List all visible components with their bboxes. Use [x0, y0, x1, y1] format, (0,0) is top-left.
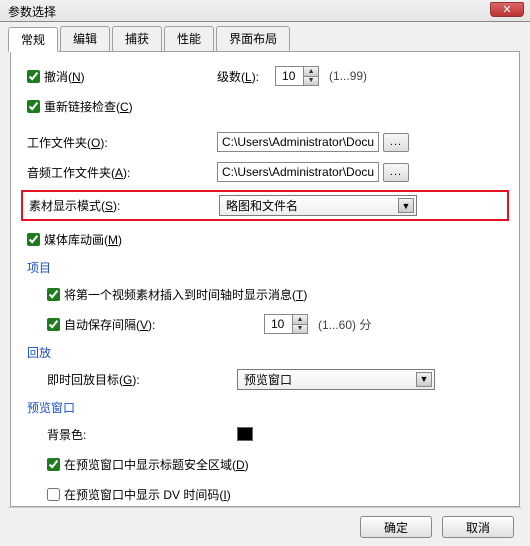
tab-edit[interactable]: 编辑: [60, 26, 110, 51]
firstclip-label: 将第一个视频素材插入到时间轴时显示消息(T): [64, 286, 307, 303]
chevron-down-icon[interactable]: ▼: [398, 198, 414, 213]
section-project: 项目: [27, 259, 503, 276]
audiofolder-label: 音频工作文件夹(A):: [27, 164, 130, 181]
displaymode-value: 略图和文件名: [226, 197, 298, 214]
displaymode-row-highlight: 素材显示模式(S): 略图和文件名 ▼: [21, 190, 509, 221]
playback-target-value: 预览窗口: [244, 371, 292, 388]
bgcolor-label: 背景色:: [47, 426, 237, 443]
cancel-button[interactable]: 取消: [442, 516, 514, 538]
autosave-label: 自动保存间隔(V):: [64, 316, 264, 333]
ok-button[interactable]: 确定: [360, 516, 432, 538]
tab-strip: 常规 编辑 捕获 性能 界面布局 撤消(N) 级数(L): 10 ▲▼ (1..…: [0, 22, 530, 546]
section-playback: 回放: [27, 344, 503, 361]
levels-label: 级数(L):: [217, 68, 259, 85]
tab-pane-general: 撤消(N) 级数(L): 10 ▲▼ (1...99) 重新链接检查(C) 工作…: [10, 51, 520, 507]
autosave-checkbox[interactable]: [47, 318, 60, 331]
workfolder-browse-button[interactable]: ...: [383, 133, 409, 152]
firstclip-checkbox[interactable]: [47, 288, 60, 301]
dvtime-label: 在预览窗口中显示 DV 时间码(I): [64, 486, 231, 503]
displaymode-combo[interactable]: 略图和文件名 ▼: [219, 195, 417, 216]
tab-performance[interactable]: 性能: [164, 26, 214, 51]
dvtime-checkbox[interactable]: [47, 488, 60, 501]
audiofolder-input[interactable]: C:\Users\Administrator\Docu: [217, 162, 379, 182]
window-title: 参数选择: [8, 5, 56, 19]
playback-target-combo[interactable]: 预览窗口 ▼: [237, 369, 435, 390]
safearea-checkbox[interactable]: [47, 458, 60, 471]
spin-up-icon[interactable]: ▲: [292, 315, 307, 325]
autosave-value: 10: [271, 317, 284, 331]
dialog-footer: 确定 取消: [8, 507, 522, 546]
close-button[interactable]: ✕: [490, 2, 524, 17]
tab-capture[interactable]: 捕获: [112, 26, 162, 51]
bgcolor-swatch[interactable]: [237, 427, 253, 441]
mediaanim-label: 媒体库动画(M): [44, 231, 122, 248]
levels-value: 10: [282, 69, 295, 83]
levels-range: (1...99): [329, 69, 367, 83]
levels-spinner[interactable]: 10 ▲▼: [275, 66, 319, 86]
titlebar: 参数选择 ✕: [0, 0, 530, 22]
undo-label: 撤消(N): [44, 68, 85, 85]
undo-checkbox[interactable]: [27, 70, 40, 83]
relink-checkbox[interactable]: [27, 100, 40, 113]
autosave-range: (1...60) 分: [318, 316, 371, 333]
autosave-spinner[interactable]: 10 ▲▼: [264, 314, 308, 334]
chevron-down-icon[interactable]: ▼: [416, 372, 432, 387]
workfolder-label: 工作文件夹(O):: [27, 134, 108, 151]
safearea-label: 在预览窗口中显示标题安全区域(D): [64, 456, 249, 473]
mediaanim-checkbox[interactable]: [27, 233, 40, 246]
audiofolder-browse-button[interactable]: ...: [383, 163, 409, 182]
displaymode-label: 素材显示模式(S):: [29, 197, 120, 214]
section-preview: 预览窗口: [27, 399, 503, 416]
tab-layout[interactable]: 界面布局: [216, 26, 290, 51]
spin-down-icon[interactable]: ▼: [292, 325, 307, 334]
relink-label: 重新链接检查(C): [44, 98, 133, 115]
tab-general[interactable]: 常规: [8, 27, 58, 52]
spin-down-icon[interactable]: ▼: [303, 77, 318, 86]
spin-up-icon[interactable]: ▲: [303, 67, 318, 77]
workfolder-input[interactable]: C:\Users\Administrator\Docu: [217, 132, 379, 152]
playback-target-label: 即时回放目标(G):: [47, 371, 237, 388]
